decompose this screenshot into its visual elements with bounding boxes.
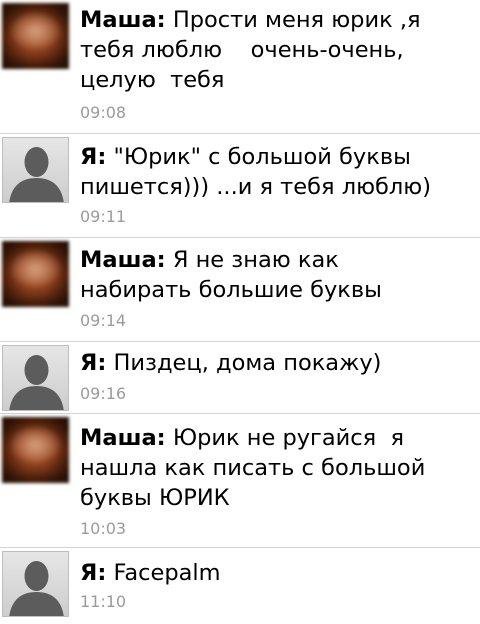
contact-photo-icon[interactable] bbox=[2, 241, 69, 307]
message-time: 09:11 bbox=[80, 207, 127, 226]
contact-photo-icon[interactable] bbox=[2, 3, 69, 69]
message-time: 10:03 bbox=[80, 519, 127, 538]
message-sender: Я: bbox=[80, 560, 107, 586]
message-text: Я: "Юрик" с большой буквы пишется))) ...… bbox=[80, 142, 472, 202]
message-body: "Юрик" с большой буквы пишется))) ...и я… bbox=[80, 144, 431, 200]
message-text: Я: Facepalm bbox=[80, 558, 472, 588]
message-text: Маша: Я не знаю как набирать большие бук… bbox=[80, 245, 472, 305]
default-person-icon[interactable] bbox=[2, 137, 69, 203]
message-time: 09:14 bbox=[80, 311, 127, 330]
message-time: 09:16 bbox=[80, 384, 127, 403]
message-sender: Маша: bbox=[80, 247, 166, 273]
message-item[interactable]: Я: "Юрик" с большой буквы пишется))) ...… bbox=[0, 134, 480, 238]
message-sender: Маша: bbox=[80, 425, 166, 451]
message-text: Я: Пиздец, дома покажу) bbox=[80, 348, 472, 378]
contact-photo-icon[interactable] bbox=[2, 417, 69, 483]
message-time: 11:10 bbox=[80, 592, 127, 611]
message-sender: Маша: bbox=[80, 7, 166, 33]
message-text: Маша: Юрик не ругайся я нашла как писать… bbox=[80, 423, 472, 513]
message-body: Пиздец, дома покажу) bbox=[113, 350, 382, 376]
message-text: Маша: Прости меня юрик ,я тебя люблю оче… bbox=[80, 5, 472, 95]
message-sender: Я: bbox=[80, 350, 107, 376]
message-thread: Маша: Прости меня юрик ,я тебя люблю оче… bbox=[0, 0, 480, 624]
default-person-icon[interactable] bbox=[2, 345, 69, 411]
message-body: Facepalm bbox=[113, 560, 221, 586]
message-sender: Я: bbox=[80, 144, 107, 170]
message-item[interactable]: Маша: Юрик не ругайся я нашла как писать… bbox=[0, 414, 480, 548]
message-item[interactable]: Маша: Прости меня юрик ,я тебя люблю оче… bbox=[0, 0, 480, 134]
message-item[interactable]: Я: Пиздец, дома покажу) 09:16 bbox=[0, 342, 480, 414]
message-item[interactable]: Маша: Я не знаю как набирать большие бук… bbox=[0, 238, 480, 342]
message-item[interactable]: Я: Facepalm 11:10 bbox=[0, 548, 480, 624]
message-time: 09:08 bbox=[80, 103, 127, 122]
default-person-icon[interactable] bbox=[2, 551, 69, 617]
